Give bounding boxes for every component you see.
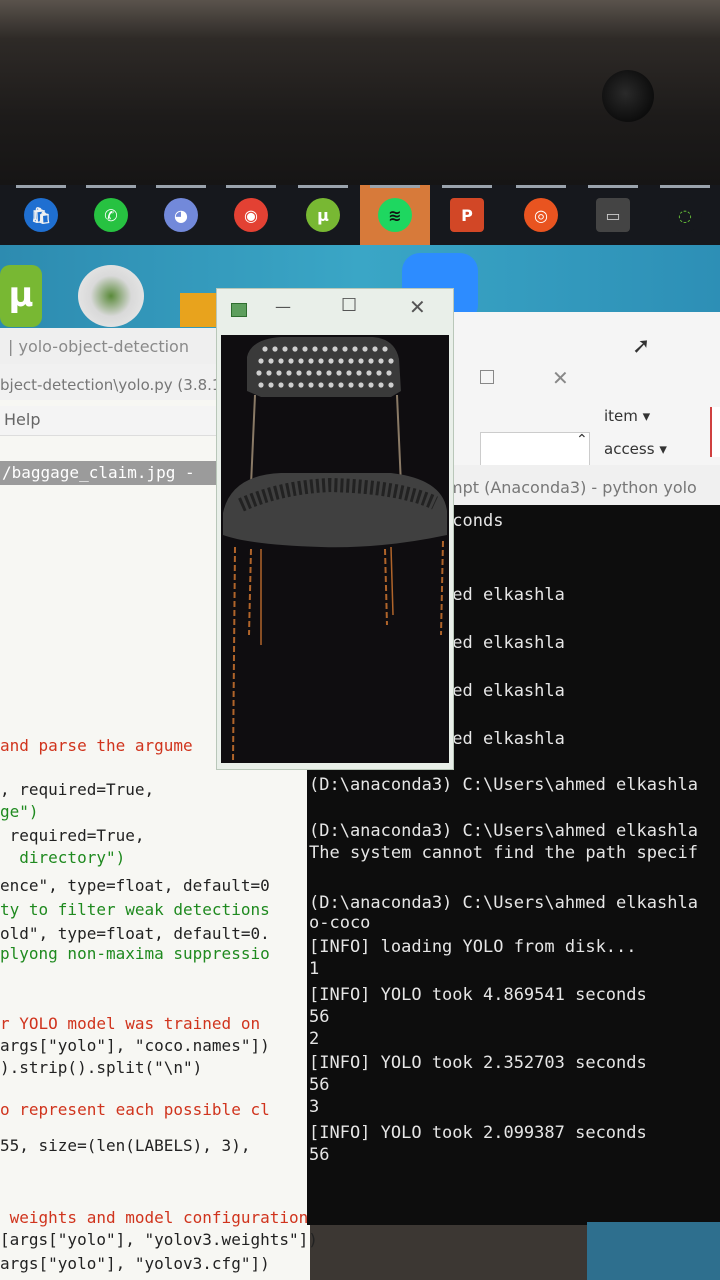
minimize-button[interactable]: — xyxy=(275,297,291,316)
cmd-line: (D:\anaconda3) C:\Users\ahmed elkashla xyxy=(309,775,698,795)
running-indicator xyxy=(298,185,348,188)
taskbar-item[interactable]: ▭ xyxy=(578,185,648,245)
taskbar-item[interactable]: 🛍 xyxy=(6,185,76,245)
explorer-maximize-button[interactable] xyxy=(480,370,494,384)
code-line: and parse the argume xyxy=(0,736,193,755)
collapse-ribbon-icon[interactable]: ⌃ xyxy=(576,432,588,448)
running-indicator xyxy=(86,185,136,188)
store-icon: 🛍 xyxy=(24,198,58,232)
utorrent-desktop-icon[interactable]: µ xyxy=(0,265,42,327)
code-line: required=True, xyxy=(0,826,145,845)
cmd-icon: ▭ xyxy=(596,198,630,232)
circle-app-icon: ◌ xyxy=(668,198,702,232)
running-indicator xyxy=(156,185,206,188)
detection-image xyxy=(221,335,449,763)
taskbar-item[interactable]: ◉ xyxy=(216,185,286,245)
cmd-line: [INFO] YOLO took 4.869541 seconds xyxy=(309,985,647,1005)
taskbar: 🛍 ✆ ◕ ◉ µ ≋ P ◎ ▭ ◌ xyxy=(0,185,720,245)
code-line: 55, size=(len(LABELS), 3), xyxy=(0,1136,251,1155)
cmd-line: [INFO] loading YOLO from disk... xyxy=(309,937,637,957)
code-line: ence", type=float, default=0 xyxy=(0,876,270,895)
code-line: , required=True, xyxy=(0,780,155,799)
ubuntu-icon: ◎ xyxy=(524,198,558,232)
cmd-line: (D:\anaconda3) C:\Users\ahmed elkashla xyxy=(309,821,698,841)
taskbar-item[interactable]: µ xyxy=(288,185,358,245)
spotify-icon: ≋ xyxy=(378,198,412,232)
chair-photo xyxy=(223,337,447,763)
taskbar-item[interactable]: ◌ xyxy=(650,185,720,245)
utorrent-icon: µ xyxy=(306,198,340,232)
running-indicator xyxy=(588,185,638,188)
running-indicator xyxy=(370,185,420,188)
taskbar-item[interactable]: ≋ xyxy=(360,185,430,245)
cmd-line: The system cannot find the path specif xyxy=(309,843,698,863)
cmd-line: [INFO] YOLO took 2.099387 seconds xyxy=(309,1123,647,1143)
code-line: args["yolo"], "yolov3.cfg"]) xyxy=(0,1254,270,1273)
code-line: weights and model configuration xyxy=(0,1208,309,1227)
folder-desktop-icon[interactable] xyxy=(180,293,220,327)
code-line: o represent each possible cl xyxy=(0,1100,270,1119)
cmd-line: 56 xyxy=(309,1007,330,1027)
taskbar-item[interactable]: P xyxy=(432,185,502,245)
explorer-close-button[interactable]: ✕ xyxy=(552,366,569,390)
cmd-line: 2 xyxy=(309,1029,320,1049)
code-line: ty to filter weak detections xyxy=(0,900,270,919)
taskbar-item[interactable]: ✆ xyxy=(76,185,146,245)
cmd-line: (D:\anaconda3) C:\Users\ahmed elkashla xyxy=(309,893,698,913)
chrome-icon: ◉ xyxy=(234,198,268,232)
maximize-button[interactable]: ☐ xyxy=(341,295,357,316)
powerpoint-icon: P xyxy=(450,198,484,232)
running-indicator xyxy=(226,185,276,188)
code-line: old", type=float, default=0. xyxy=(0,924,270,943)
discord-icon: ◕ xyxy=(164,198,198,232)
code-line: args["yolo"], "coco.names"]) xyxy=(0,1036,270,1055)
code-line: directory") xyxy=(0,848,126,867)
explorer-item-dropdown[interactable]: item ▾ xyxy=(604,407,650,425)
explorer-path-bar[interactable] xyxy=(480,432,590,468)
cmd-line: o-coco xyxy=(309,913,371,933)
cmd-line: 56 xyxy=(309,1145,330,1165)
whatsapp-icon: ✆ xyxy=(94,198,128,232)
code-line: r YOLO model was trained on xyxy=(0,1014,261,1033)
running-indicator xyxy=(516,185,566,188)
explorer-access-dropdown[interactable]: access ▾ xyxy=(604,440,667,458)
cmd-line: 3 xyxy=(309,1097,320,1117)
code-line: plyong non-maxima suppressio xyxy=(0,944,270,963)
desktop-corner xyxy=(587,1222,720,1280)
cmd-line: [INFO] YOLO took 2.352703 seconds xyxy=(309,1053,647,1073)
code-line: ge") xyxy=(0,802,39,821)
code-line: [args["yolo"], "yolov3.weights"]) xyxy=(0,1230,318,1249)
running-indicator xyxy=(442,185,492,188)
webcam xyxy=(602,70,654,122)
explorer-check-icon xyxy=(710,407,720,457)
taskbar-item[interactable]: ◕ xyxy=(146,185,216,245)
eye-app-desktop-icon[interactable] xyxy=(78,265,144,327)
taskbar-item[interactable]: ◎ xyxy=(506,185,576,245)
mouse-cursor: ➚ xyxy=(632,334,651,359)
file-explorer-window: ✕ ➚ item ▾ access ▾ ⌃ xyxy=(440,312,720,472)
code-line: ).strip().split("\n") xyxy=(0,1058,203,1077)
close-button[interactable]: ✕ xyxy=(409,295,426,319)
cmd-line: 56 xyxy=(309,1075,330,1095)
running-indicator xyxy=(660,185,710,188)
cmd-line: 1 xyxy=(309,959,320,979)
window-app-icon xyxy=(231,303,247,317)
running-indicator xyxy=(16,185,66,188)
image-preview-window: — ☐ ✕ xyxy=(216,288,454,770)
